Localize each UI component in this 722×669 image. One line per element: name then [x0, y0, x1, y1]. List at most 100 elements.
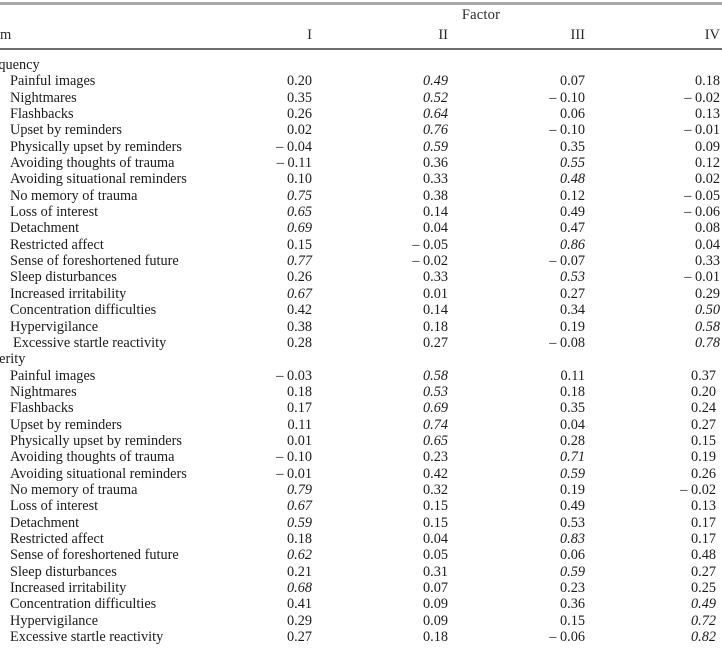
loading-value-factor-1: 0.18	[286, 383, 312, 400]
loading-value-factor-1: 0.27	[286, 629, 312, 646]
loading-value-factor-2: 0.15	[422, 514, 448, 531]
table-row: Sleep disturbances 0.26 0.33 0.53 – 0.01	[0, 269, 722, 285]
loading-value-factor-3: 0.07	[559, 73, 585, 90]
row-item-label: Concentration difficulties	[10, 302, 157, 319]
loading-value-factor-3: 0.71	[559, 449, 585, 466]
loading-value-factor-1: 0.01	[286, 432, 312, 449]
section-label: equency	[0, 57, 40, 73]
loading-value-factor-3: 0.27	[559, 285, 585, 302]
loading-value-factor-1: 0.62	[286, 547, 312, 564]
row-item-label: Loss of interest	[10, 204, 99, 221]
loading-value-factor-3: – 0.08	[549, 334, 585, 351]
section-heading-row: verity	[0, 351, 722, 367]
loading-value-factor-1: 0.21	[286, 563, 312, 580]
loading-value-factor-1: 0.20	[286, 73, 312, 90]
table-row: No memory of trauma 0.79 0.32 0.19 – 0.02	[0, 482, 722, 498]
table-row: Painful images – 0.03 0.58 0.11 0.37	[0, 368, 722, 384]
loading-value-factor-4: 0.25	[690, 580, 716, 596]
loading-value-factor-4: 0.17	[690, 514, 716, 531]
loading-value-factor-1: – 0.11	[276, 155, 312, 172]
table-row: Avoiding thoughts of trauma – 0.10 0.23 0.7…	[0, 449, 722, 465]
loading-value-factor-1: – 0.03	[276, 367, 312, 384]
row-item-label: Nightmares	[10, 89, 77, 106]
table-body: equencyPainful images 0.20 0.49 0.07 0.18 Nig…	[0, 57, 722, 645]
loading-value-factor-3: 0.49	[559, 498, 585, 515]
loading-value-factor-2: 0.38	[422, 187, 448, 204]
column-header-factor-iii: III	[570, 27, 586, 43]
loading-value-factor-2: 0.09	[422, 612, 448, 629]
table-row: Concentration difficulties 0.41 0.09 0.36 0.…	[0, 596, 722, 612]
row-item-label: Upset by reminders	[10, 416, 122, 433]
loading-value-factor-4: 0.09	[694, 138, 720, 155]
loading-value-factor-3: 0.59	[559, 563, 585, 580]
loading-value-factor-1: 0.18	[286, 530, 312, 547]
table-row: Sense of foreshortened future 0.62 0.05 0.0…	[0, 547, 722, 563]
loading-value-factor-2: 0.01	[422, 285, 448, 302]
row-item-label: Loss of interest	[10, 498, 99, 515]
loading-value-factor-3: – 0.06	[549, 629, 585, 646]
loading-value-factor-3: 0.86	[559, 236, 585, 253]
loading-value-factor-1: 0.10	[286, 171, 312, 188]
loading-value-factor-2: 0.14	[422, 204, 448, 221]
loading-value-factor-2: 0.32	[422, 481, 448, 498]
loading-value-factor-1: 0.65	[286, 204, 312, 221]
table-row: Restricted affect 0.18 0.04 0.83 0.17	[0, 531, 722, 547]
loading-value-factor-2: 0.33	[422, 171, 448, 188]
loading-value-factor-2: 0.69	[422, 400, 448, 417]
row-item-label: Nightmares	[10, 383, 77, 400]
loading-value-factor-2: 0.42	[422, 465, 448, 482]
row-item-label: Sleep disturbances	[10, 563, 117, 580]
loading-value-factor-4: 0.20	[690, 383, 716, 400]
loading-value-factor-4: 0.27	[690, 416, 716, 433]
loading-value-factor-4: 0.27	[690, 563, 716, 580]
table-row: Excessive startle reactivity 0.27 0.18 – 0.…	[0, 629, 722, 645]
row-item-label: Detachment	[10, 514, 80, 531]
loading-value-factor-1: 0.67	[286, 285, 312, 302]
loading-value-factor-1: 0.02	[286, 122, 312, 139]
loading-value-factor-3: 0.83	[559, 530, 585, 547]
table-row: Detachment 0.59 0.15 0.53 0.17	[0, 515, 722, 531]
row-item-label: Excessive startle reactivity	[10, 629, 164, 646]
loading-value-factor-4: 0.12	[694, 155, 720, 172]
table-row: Loss of interest 0.65 0.14 0.49 – 0.06	[0, 204, 722, 220]
table-row: Avoiding thoughts of trauma – 0.11 0.36 0.5…	[0, 155, 722, 171]
loading-value-factor-1: 0.59	[286, 514, 312, 531]
loading-value-factor-3: 0.36	[559, 596, 585, 613]
loading-value-factor-3: 0.19	[559, 318, 585, 335]
loading-value-factor-3: 0.15	[559, 612, 585, 629]
loading-value-factor-1: – 0.10	[276, 449, 312, 466]
table-row: Upset by reminders 0.11 0.74 0.04 0.27	[0, 417, 722, 433]
loading-value-factor-2: – 0.05	[412, 236, 448, 253]
table-row: Flashbacks 0.17 0.69 0.35 0.24	[0, 400, 722, 416]
loading-value-factor-1: 0.26	[286, 269, 312, 286]
loading-value-factor-1: 0.28	[286, 334, 312, 351]
loading-value-factor-4: – 0.02	[680, 481, 716, 498]
row-item-label: Flashbacks	[10, 400, 74, 417]
loading-value-factor-2: 0.31	[422, 563, 448, 580]
loading-value-factor-3: 0.11	[560, 367, 586, 384]
loading-value-factor-4: 0.72	[690, 612, 716, 629]
loading-value-factor-2: 0.23	[422, 449, 448, 466]
loading-value-factor-4: 0.18	[694, 73, 720, 90]
loading-value-factor-4: 0.04	[694, 236, 720, 253]
loading-value-factor-4: – 0.06	[684, 204, 720, 221]
table-row: Increased irritability 0.68 0.07 0.23 0.25	[0, 580, 722, 596]
loading-value-factor-1: 0.42	[286, 302, 312, 319]
loading-value-factor-2: 0.59	[422, 138, 448, 155]
table-row: Nightmares 0.18 0.53 0.18 0.20	[0, 384, 722, 400]
loading-value-factor-3: 0.53	[559, 269, 585, 286]
loading-value-factor-1: 0.77	[286, 253, 312, 270]
loading-value-factor-4: 0.15	[690, 432, 716, 449]
row-item-label: Painful images	[10, 73, 96, 90]
loading-value-factor-2: 0.33	[422, 269, 448, 286]
loading-value-factor-3: 0.35	[559, 400, 585, 417]
loading-value-factor-3: 0.55	[559, 155, 585, 172]
row-item-label: Concentration difficulties	[10, 596, 157, 613]
loading-value-factor-4: 0.13	[694, 106, 720, 123]
loading-value-factor-1: 0.79	[286, 481, 312, 498]
table-row: Flashbacks 0.26 0.64 0.06 0.13	[0, 106, 722, 122]
row-item-label: No memory of trauma	[10, 481, 138, 498]
column-header-factor-ii: II	[438, 27, 448, 43]
table-row: Sleep disturbances 0.21 0.31 0.59 0.27	[0, 564, 722, 580]
row-item-label: Avoiding thoughts of trauma	[10, 155, 175, 172]
